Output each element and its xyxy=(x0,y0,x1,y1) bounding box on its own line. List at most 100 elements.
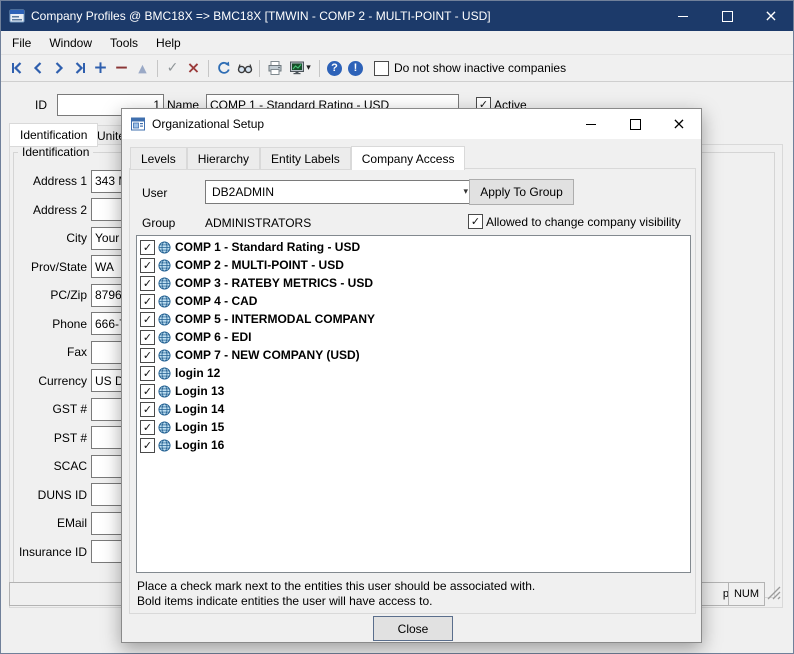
user-label: User xyxy=(142,186,167,200)
next-record-icon[interactable] xyxy=(48,58,69,79)
delete-record-icon[interactable]: − xyxy=(111,58,132,79)
entity-checkbox[interactable] xyxy=(140,240,155,255)
info-icon[interactable]: ! xyxy=(345,58,366,79)
visibility-checkbox[interactable] xyxy=(468,214,483,229)
dialog-maximize-icon[interactable] xyxy=(613,109,657,139)
dropdown-arrow-icon[interactable]: ▾ xyxy=(306,63,311,73)
dialog-tab-company-access[interactable]: Company Access xyxy=(351,146,466,170)
first-record-icon[interactable] xyxy=(6,58,27,79)
visibility-label[interactable]: Allowed to change company visibility xyxy=(486,215,681,229)
entity-label: Login 16 xyxy=(175,438,224,452)
field-label: Fax xyxy=(1,345,87,359)
entity-row[interactable]: COMP 6 - EDI xyxy=(137,328,690,346)
entity-label: Login 13 xyxy=(175,384,224,398)
close-button[interactable]: Close xyxy=(373,616,453,641)
toolbar-separator xyxy=(208,60,209,77)
inactive-companies-checkbox[interactable] xyxy=(374,61,389,76)
refresh-icon[interactable] xyxy=(213,58,234,79)
status-panel-num: NUM xyxy=(728,582,765,606)
entity-row[interactable]: COMP 5 - INTERMODAL COMPANY xyxy=(137,310,690,328)
entity-row[interactable]: Login 15 xyxy=(137,418,690,436)
company-access-panel: User DB2ADMIN ▾ Apply To Group Group ADM… xyxy=(129,168,696,614)
entity-label: COMP 4 - CAD xyxy=(175,294,257,308)
field-label: Address 1 xyxy=(1,174,87,188)
entity-checkbox[interactable] xyxy=(140,258,155,273)
resize-grip[interactable] xyxy=(766,585,782,604)
entity-list[interactable]: COMP 1 - Standard Rating - USD COMP 2 - … xyxy=(136,235,691,573)
apply-to-group-button[interactable]: Apply To Group xyxy=(469,179,574,205)
entity-checkbox[interactable] xyxy=(140,384,155,399)
entity-checkbox[interactable] xyxy=(140,420,155,435)
field-label: PST # xyxy=(1,431,87,445)
entity-checkbox[interactable] xyxy=(140,294,155,309)
dialog-close-icon[interactable]: × xyxy=(657,109,701,139)
menu-item-tools[interactable]: Tools xyxy=(101,31,147,54)
monitor-icon[interactable]: ▾ xyxy=(285,58,315,79)
entity-label: COMP 2 - MULTI-POINT - USD xyxy=(175,258,344,272)
entity-checkbox[interactable] xyxy=(140,366,155,381)
entity-row[interactable]: COMP 4 - CAD xyxy=(137,292,690,310)
globe-icon xyxy=(158,349,171,362)
inactive-companies-label[interactable]: Do not show inactive companies xyxy=(394,61,566,75)
entity-row[interactable]: COMP 1 - Standard Rating - USD xyxy=(137,238,690,256)
entity-checkbox[interactable] xyxy=(140,312,155,327)
cancel-x-icon[interactable]: × xyxy=(183,58,204,79)
entity-row[interactable]: Login 16 xyxy=(137,436,690,454)
entity-checkbox[interactable] xyxy=(140,276,155,291)
move-up-icon[interactable]: ▲ xyxy=(132,58,153,79)
last-record-icon[interactable] xyxy=(69,58,90,79)
entity-row[interactable]: Login 13 xyxy=(137,382,690,400)
entity-checkbox[interactable] xyxy=(140,330,155,345)
globe-icon xyxy=(158,313,171,326)
close-icon[interactable]: × xyxy=(749,1,793,31)
globe-icon xyxy=(158,439,171,452)
entity-row[interactable]: Login 14 xyxy=(137,400,690,418)
menu-item-file[interactable]: File xyxy=(3,31,40,54)
commit-check-icon[interactable]: ✓ xyxy=(162,58,183,79)
globe-icon xyxy=(158,403,171,416)
maximize-icon[interactable] xyxy=(705,1,749,31)
field-label: Insurance ID xyxy=(1,545,87,559)
binoculars-icon[interactable] xyxy=(234,58,255,79)
entity-row[interactable]: COMP 3 - RATEBY METRICS - USD xyxy=(137,274,690,292)
dialog-title-bar: Organizational Setup × xyxy=(122,109,701,139)
entity-checkbox[interactable] xyxy=(140,438,155,453)
tab-identification[interactable]: Identification xyxy=(9,123,98,147)
globe-icon xyxy=(158,259,171,272)
printer-icon[interactable] xyxy=(264,58,285,79)
instruction-line-2: Bold items indicate entities the user wi… xyxy=(137,594,432,608)
globe-icon xyxy=(158,331,171,344)
id-label: ID xyxy=(15,98,47,112)
group-value: ADMINISTRATORS xyxy=(205,216,311,230)
minimize-icon[interactable] xyxy=(661,1,705,31)
user-combobox[interactable]: DB2ADMIN ▾ xyxy=(205,180,475,204)
combo-dropdown-icon[interactable]: ▾ xyxy=(463,187,468,197)
entity-checkbox[interactable] xyxy=(140,402,155,417)
user-combobox-value: DB2ADMIN xyxy=(212,185,274,199)
instruction-line-1: Place a check mark next to the entities … xyxy=(137,579,535,593)
field-label: Address 2 xyxy=(1,203,87,217)
field-label: City xyxy=(1,231,87,245)
entity-row[interactable]: login 12 xyxy=(137,364,690,382)
field-label: EMail xyxy=(1,516,87,530)
entity-row[interactable]: COMP 2 - MULTI-POINT - USD xyxy=(137,256,690,274)
entity-label: Login 15 xyxy=(175,420,224,434)
entity-label: COMP 5 - INTERMODAL COMPANY xyxy=(175,312,375,326)
menu-bar: FileWindowToolsHelp xyxy=(1,31,793,55)
globe-icon xyxy=(158,367,171,380)
add-record-icon[interactable]: + xyxy=(90,58,111,79)
entity-row[interactable]: COMP 7 - NEW COMPANY (USD) xyxy=(137,346,690,364)
dialog-tab-hierarchy[interactable]: Hierarchy xyxy=(187,147,260,170)
field-label: Currency xyxy=(1,374,87,388)
dialog-tab-levels[interactable]: Levels xyxy=(130,147,187,170)
field-label: SCAC xyxy=(1,459,87,473)
menu-item-help[interactable]: Help xyxy=(147,31,190,54)
dialog-minimize-icon[interactable] xyxy=(569,109,613,139)
previous-record-icon[interactable] xyxy=(27,58,48,79)
app-icon xyxy=(9,8,25,24)
dialog-tab-entity-labels[interactable]: Entity Labels xyxy=(260,147,351,170)
entity-checkbox[interactable] xyxy=(140,348,155,363)
toolbar-separator xyxy=(157,60,158,77)
menu-item-window[interactable]: Window xyxy=(40,31,101,54)
help-icon[interactable]: ? xyxy=(324,58,345,79)
